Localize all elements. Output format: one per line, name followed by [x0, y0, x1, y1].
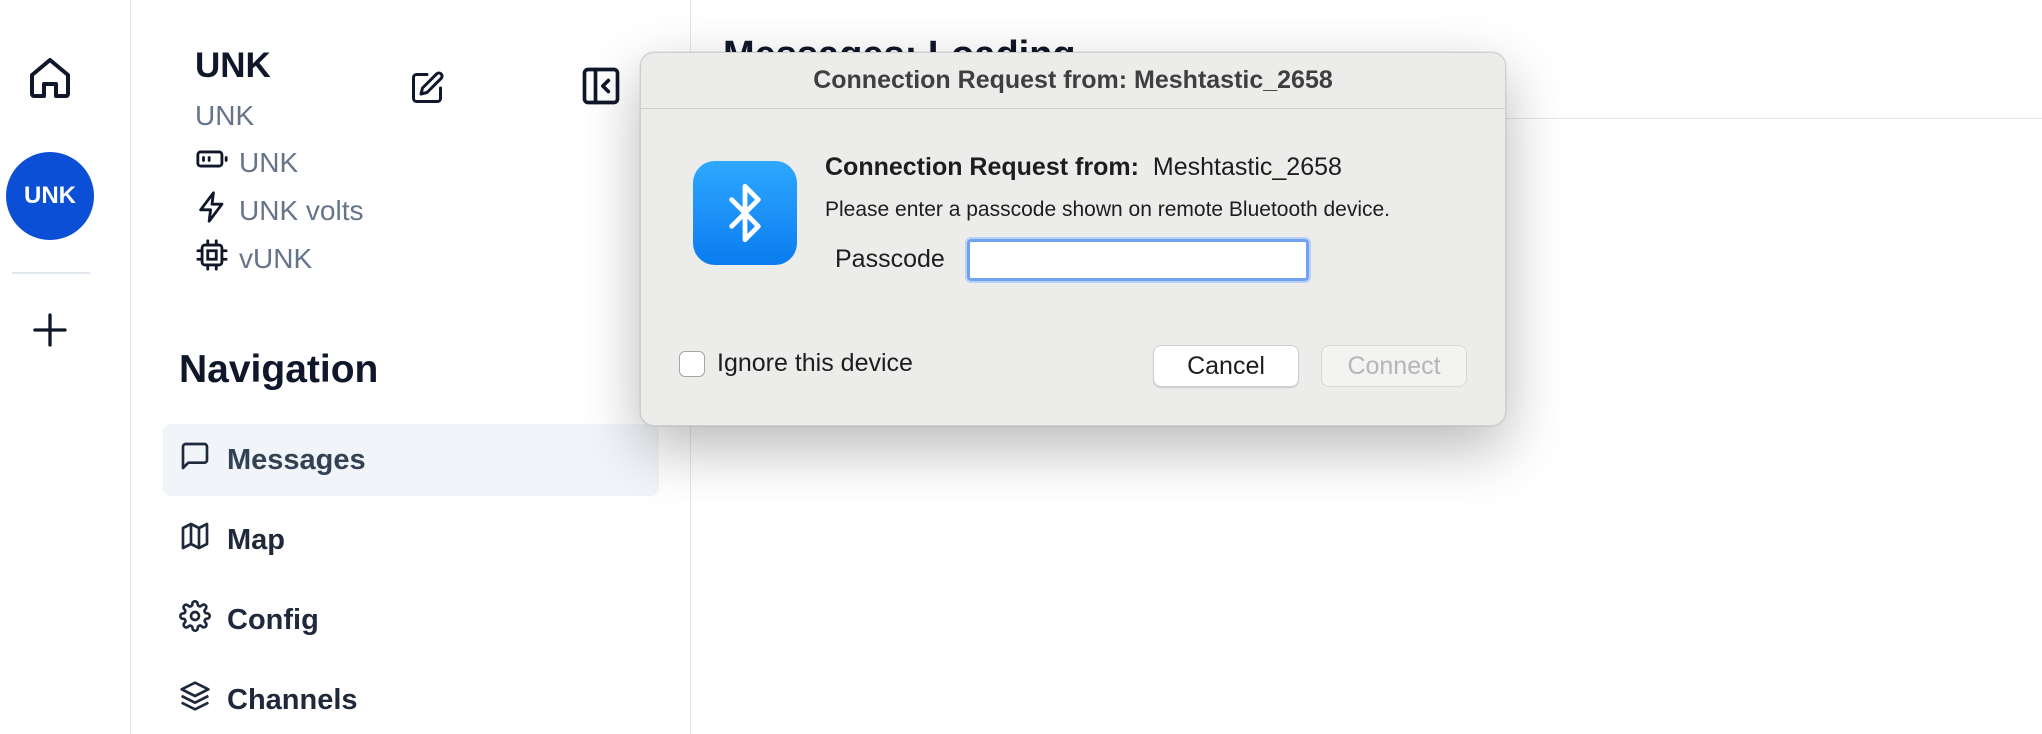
gear-icon	[179, 600, 211, 640]
device-short-name: UNK	[195, 100, 255, 131]
bluetooth-pairing-dialog: Connection Request from: Meshtastic_2658…	[640, 52, 1506, 426]
navigation-heading: Navigation	[179, 348, 379, 391]
home-icon[interactable]	[26, 54, 74, 102]
dialog-heading-label: Connection Request from:	[825, 153, 1139, 181]
nav-item-map[interactable]: Map	[163, 504, 659, 576]
edit-icon[interactable]	[409, 70, 445, 106]
cancel-button[interactable]: Cancel	[1153, 345, 1299, 387]
sidebar: UNK UNK UNK UNK volts vUNK Navigation Me…	[131, 0, 691, 734]
ignore-device-checkbox[interactable]	[679, 350, 705, 377]
cpu-icon	[195, 238, 229, 279]
nav-item-label: Map	[227, 523, 285, 556]
rail-divider	[12, 272, 90, 274]
device-avatar[interactable]: UNK	[6, 152, 94, 240]
layers-icon	[179, 680, 211, 720]
battery-value: UNK	[239, 146, 299, 178]
passcode-label: Passcode	[835, 245, 945, 273]
bluetooth-icon	[693, 161, 797, 265]
battery-stat: UNK	[195, 142, 298, 183]
firmware-value: vUNK	[239, 242, 313, 274]
ignore-device-label: Ignore this device	[717, 349, 913, 377]
nav-item-messages[interactable]: Messages	[163, 424, 659, 496]
device-name: UNK	[195, 46, 271, 85]
map-icon	[179, 520, 211, 560]
voltage-stat: UNK volts	[195, 190, 363, 231]
device-id: Meshtastic_2658	[1152, 153, 1342, 181]
nav-item-config[interactable]: Config	[163, 584, 659, 656]
voltage-value: UNK volts	[239, 194, 364, 226]
message-square-icon	[179, 440, 211, 480]
dialog-title: Connection Request from: Meshtastic_2658	[641, 53, 1505, 109]
ignore-device-option[interactable]: Ignore this device	[679, 349, 913, 378]
nav-item-label: Channels	[227, 683, 358, 716]
nav-item-label: Config	[227, 603, 319, 636]
passcode-input[interactable]	[965, 237, 1311, 283]
app-window: UNK UNK UNK UNK UNK volts vUNK Navigatio…	[0, 0, 2042, 734]
firmware-stat: vUNK	[195, 238, 312, 279]
nav-item-label: Messages	[227, 443, 366, 476]
nav-item-channels[interactable]: Channels	[163, 664, 659, 734]
dialog-heading: Connection Request from: Meshtastic_2658	[825, 153, 1342, 182]
collapse-sidebar-icon[interactable]	[579, 64, 623, 108]
device-rail: UNK	[0, 0, 131, 734]
battery-icon	[195, 142, 229, 183]
add-device-icon[interactable]	[30, 310, 70, 350]
lightning-icon	[195, 190, 229, 231]
connect-button[interactable]: Connect	[1321, 345, 1467, 387]
dialog-message: Please enter a passcode shown on remote …	[825, 198, 1391, 221]
